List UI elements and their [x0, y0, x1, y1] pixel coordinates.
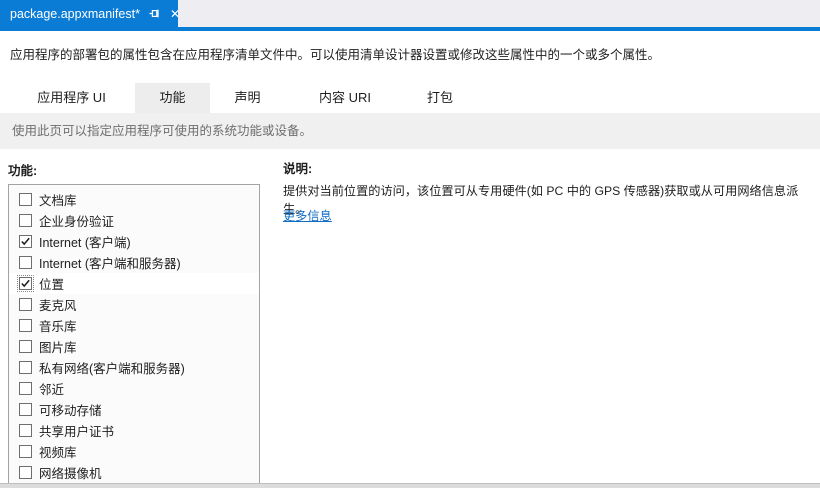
capability-row[interactable]: 网络摄像机: [9, 462, 259, 483]
manifest-intro-text: 应用程序的部署包的属性包含在应用程序清单文件中。可以使用清单设计器设置或修改这些…: [10, 48, 661, 62]
capability-row[interactable]: 邻近: [9, 378, 259, 399]
close-icon[interactable]: ✕: [168, 7, 182, 21]
checkbox-unchecked[interactable]: [19, 193, 32, 206]
pin-icon[interactable]: [148, 7, 161, 20]
description-heading: 说明:: [283, 162, 313, 176]
document-tab-bar: package.appxmanifest* ✕: [0, 0, 820, 27]
manifest-designer: package.appxmanifest* ✕ 应用程序的部署包的属性包含在应用…: [0, 0, 820, 488]
checkbox-unchecked[interactable]: [19, 445, 32, 458]
tab-1[interactable]: 应用程序 UI: [8, 83, 135, 113]
document-tab-title: package.appxmanifest*: [10, 6, 140, 21]
capability-label: 邻近: [39, 383, 65, 397]
tab-4[interactable]: 内容 URI: [285, 83, 405, 113]
tab-3[interactable]: 声明: [210, 83, 285, 113]
capability-label: Internet (客户端): [39, 236, 131, 250]
checkbox-unchecked[interactable]: [19, 319, 32, 332]
more-info-link[interactable]: 更多信息: [283, 206, 332, 224]
capability-row[interactable]: 共享用户证书: [9, 420, 259, 441]
capability-row[interactable]: 音乐库: [9, 315, 259, 336]
capability-label: 可移动存储: [39, 404, 102, 418]
checkbox-unchecked[interactable]: [19, 403, 32, 416]
capability-label: 图片库: [39, 341, 77, 355]
checkbox-unchecked[interactable]: [19, 214, 32, 227]
capability-label: Internet (客户端和服务器): [39, 257, 181, 271]
capability-row[interactable]: 私有网络(客户端和服务器): [9, 357, 259, 378]
capability-row[interactable]: Internet (客户端): [9, 231, 259, 252]
capability-row[interactable]: 企业身份验证: [9, 210, 259, 231]
checkbox-unchecked[interactable]: [19, 466, 32, 479]
capability-row[interactable]: 图片库: [9, 336, 259, 357]
capability-label: 企业身份验证: [39, 215, 115, 229]
capability-label: 位置: [39, 278, 65, 292]
checkbox-unchecked[interactable]: [19, 256, 32, 269]
checkbox-checked[interactable]: [17, 275, 34, 292]
check-icon: [21, 279, 30, 288]
capability-label: 音乐库: [39, 320, 77, 334]
capability-row[interactable]: 可移动存储: [9, 399, 259, 420]
checkbox-unchecked[interactable]: [19, 298, 32, 311]
capability-label: 私有网络(客户端和服务器): [39, 362, 185, 376]
active-tab-underline: [0, 27, 820, 31]
capability-label: 视频库: [39, 446, 77, 460]
designer-tabs: 应用程序 UI 功能 声明 内容 URI 打包: [8, 83, 475, 113]
checkbox-unchecked[interactable]: [19, 424, 32, 437]
capability-label: 文档库: [39, 194, 77, 208]
tab-2[interactable]: 功能: [135, 83, 210, 113]
check-icon: [21, 237, 30, 246]
bottom-edge: [0, 483, 820, 488]
capability-row[interactable]: Internet (客户端和服务器): [9, 252, 259, 273]
capabilities-heading: 功能:: [8, 164, 38, 178]
capability-label: 麦克风: [39, 299, 77, 313]
checkbox-unchecked[interactable]: [19, 382, 32, 395]
description-text: 提供对当前位置的访问，该位置可从专用硬件(如 PC 中的 GPS 传感器)获取或…: [283, 184, 799, 216]
page-hint-strip: 使用此页可以指定应用程序可使用的系统功能或设备。: [0, 113, 820, 149]
capability-row[interactable]: 文档库: [9, 189, 259, 210]
capability-row[interactable]: 麦克风: [9, 294, 259, 315]
capability-label: 网络摄像机: [39, 467, 102, 481]
checkbox-unchecked[interactable]: [19, 340, 32, 353]
capability-label: 共享用户证书: [39, 425, 115, 439]
document-tab-package-appxmanifest[interactable]: package.appxmanifest* ✕: [0, 0, 180, 27]
tab-5[interactable]: 打包: [405, 83, 475, 113]
checkbox-unchecked[interactable]: [19, 361, 32, 374]
capability-row[interactable]: 位置: [9, 273, 259, 294]
page-hint-text: 使用此页可以指定应用程序可使用的系统功能或设备。: [12, 124, 313, 138]
capability-row[interactable]: 视频库: [9, 441, 259, 462]
checkbox-checked[interactable]: [19, 235, 32, 248]
capabilities-list[interactable]: 文档库企业身份验证 Internet (客户端) Internet (客户端和服务器…: [8, 184, 260, 484]
